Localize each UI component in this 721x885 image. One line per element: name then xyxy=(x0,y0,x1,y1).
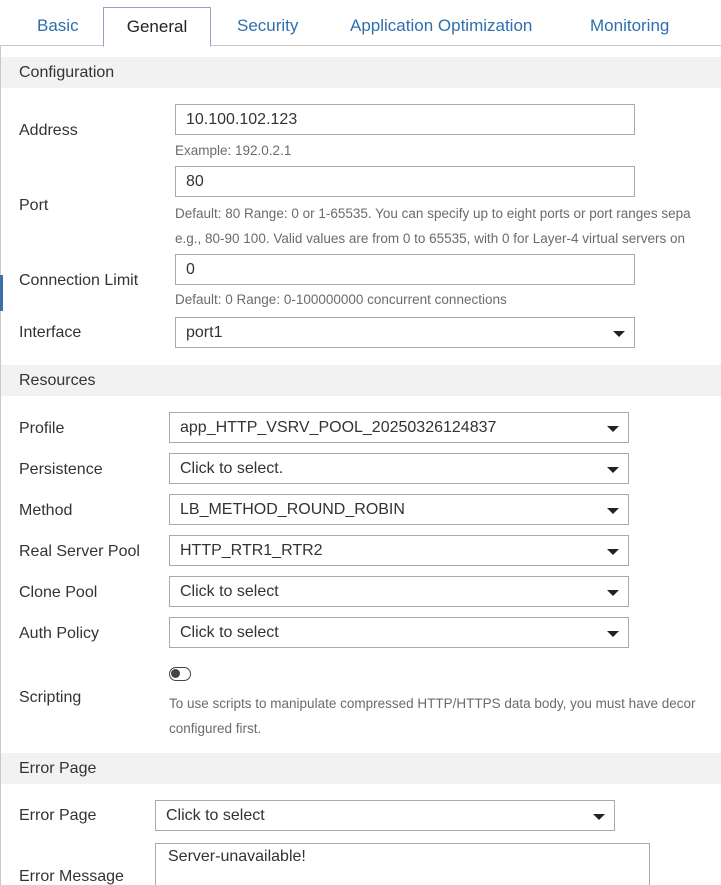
connection-limit-input[interactable]: 0 xyxy=(175,254,635,285)
scripting-label: Scripting xyxy=(19,689,82,706)
real-server-pool-label: Real Server Pool xyxy=(19,543,140,560)
toggle-switch-icon xyxy=(171,669,180,678)
clone-pool-select-value: Click to select xyxy=(180,583,279,600)
tab-security[interactable]: Security xyxy=(237,7,298,46)
profile-select-value: app_HTTP_VSRV_POOL_20250326124837 xyxy=(180,419,497,436)
clone-pool-label: Clone Pool xyxy=(19,584,98,601)
tab-bar: Basic General Security Application Optim… xyxy=(0,0,721,47)
section-header-error-page: Error Page xyxy=(1,753,721,784)
method-select-value: LB_METHOD_ROUND_ROBIN xyxy=(180,501,405,518)
persistence-label: Persistence xyxy=(19,461,103,478)
port-label: Port xyxy=(19,197,49,214)
address-input[interactable]: 10.100.102.123 xyxy=(175,104,635,135)
method-label: Method xyxy=(19,502,73,519)
caret-down-icon xyxy=(607,631,619,637)
section-header-resources: Resources xyxy=(1,365,721,396)
port-input[interactable]: 80 xyxy=(175,166,635,197)
interface-select[interactable]: port1 xyxy=(175,317,635,348)
focus-indicator xyxy=(0,275,3,311)
caret-down-icon xyxy=(593,814,605,820)
method-select[interactable]: LB_METHOD_ROUND_ROBIN xyxy=(169,494,629,525)
clone-pool-select[interactable]: Click to select xyxy=(169,576,629,607)
persistence-select-value: Click to select. xyxy=(180,460,284,477)
error-page-select-value: Click to select xyxy=(166,807,265,824)
tab-monitoring[interactable]: Monitoring xyxy=(590,7,669,46)
error-page-label: Error Page xyxy=(19,807,97,824)
caret-down-icon xyxy=(607,549,619,555)
port-hint-line1: Default: 80 Range: 0 or 1-65535. You can… xyxy=(175,206,691,221)
tab-application-optimization[interactable]: Application Optimization xyxy=(350,7,532,46)
scripting-toggle[interactable] xyxy=(169,667,191,681)
error-message-textarea[interactable]: Server-unavailable! xyxy=(155,843,650,885)
auth-policy-select-value: Click to select xyxy=(180,624,279,641)
connection-limit-hint: Default: 0 Range: 0-100000000 concurrent… xyxy=(175,292,507,307)
tab-basic[interactable]: Basic xyxy=(37,7,79,46)
address-label: Address xyxy=(19,122,78,139)
connection-limit-label: Connection Limit xyxy=(19,272,139,289)
auth-policy-label: Auth Policy xyxy=(19,625,100,642)
interface-label: Interface xyxy=(19,324,82,341)
caret-down-icon xyxy=(607,590,619,596)
persistence-select[interactable]: Click to select. xyxy=(169,453,629,484)
caret-down-icon xyxy=(607,508,619,514)
caret-down-icon xyxy=(607,467,619,473)
auth-policy-select[interactable]: Click to select xyxy=(169,617,629,648)
profile-label: Profile xyxy=(19,420,65,437)
port-hint-line2: e.g., 80-90 100. Valid values are from 0… xyxy=(175,231,686,246)
profile-select[interactable]: app_HTTP_VSRV_POOL_20250326124837 xyxy=(169,412,629,443)
interface-select-value: port1 xyxy=(186,324,223,341)
scripting-hint-line1: To use scripts to manipulate compressed … xyxy=(169,696,696,711)
real-server-pool-select-value: HTTP_RTR1_RTR2 xyxy=(180,542,323,559)
error-message-label: Error Message xyxy=(19,868,124,885)
error-page-select[interactable]: Click to select xyxy=(155,800,615,831)
tab-general[interactable]: General xyxy=(103,7,211,47)
caret-down-icon xyxy=(613,331,625,337)
virtual-server-general-form: Basic General Security Application Optim… xyxy=(0,0,721,885)
real-server-pool-select[interactable]: HTTP_RTR1_RTR2 xyxy=(169,535,629,566)
address-hint: Example: 192.0.2.1 xyxy=(175,143,292,158)
caret-down-icon xyxy=(607,426,619,432)
scripting-hint-line2: configured first. xyxy=(169,721,262,736)
section-header-configuration: Configuration xyxy=(1,57,721,88)
